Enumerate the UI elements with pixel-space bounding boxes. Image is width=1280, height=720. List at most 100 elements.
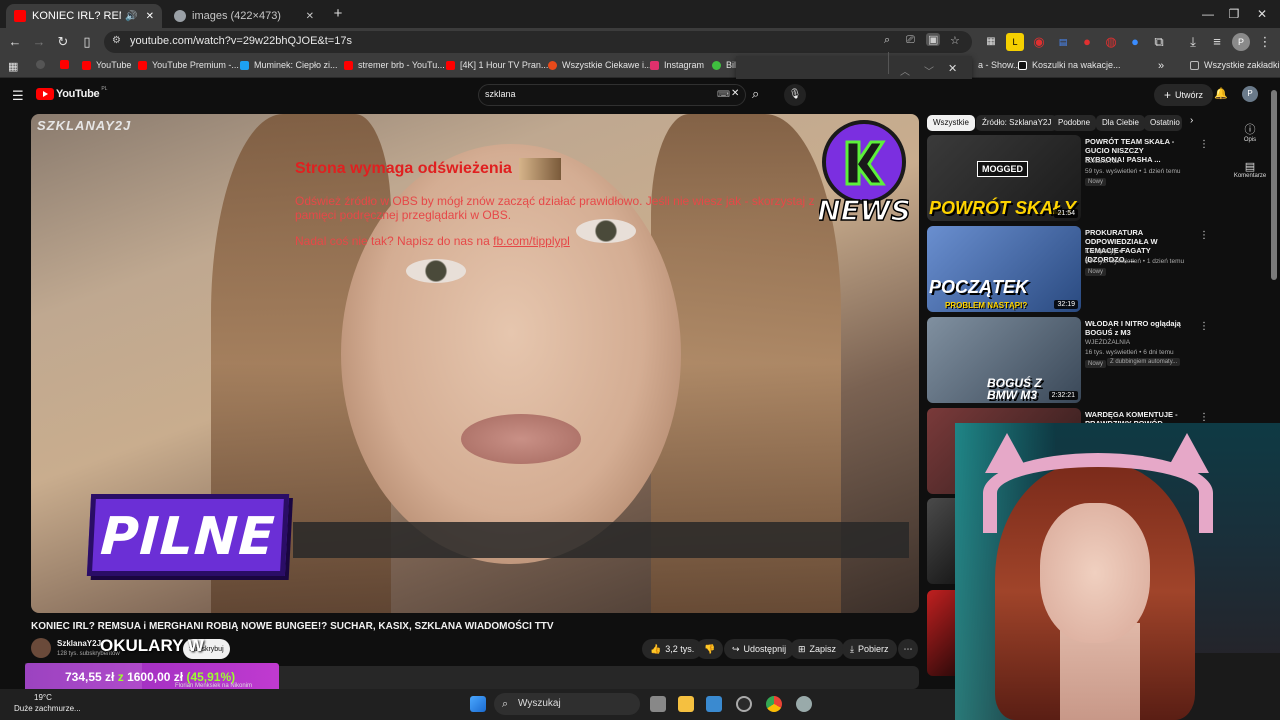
notifications-bell-icon[interactable]: 🔔 bbox=[1214, 87, 1228, 100]
menu-icon[interactable]: ⋮ bbox=[1256, 33, 1274, 51]
extension-icon[interactable]: L bbox=[1006, 33, 1024, 51]
bookmark-item[interactable]: YouTube bbox=[82, 60, 131, 70]
share-icon: ↪ bbox=[732, 643, 740, 654]
description-nav[interactable]: ⓘ Opis bbox=[1232, 121, 1268, 143]
find-next-icon[interactable]: ﹀ bbox=[924, 63, 934, 78]
close-find-icon[interactable]: ✕ bbox=[948, 62, 957, 75]
video-thumbnail[interactable]: BOGUŚ Z BMW M3 2:32:21 bbox=[927, 317, 1081, 403]
extension-icon[interactable]: ◍ bbox=[1102, 33, 1120, 51]
apps-icon[interactable]: ▦ bbox=[8, 60, 18, 73]
chip-for-you[interactable]: Dla Ciebie bbox=[1096, 115, 1145, 131]
recommendation-item[interactable]: BOGUŚ Z BMW M3 2:32:21 WŁODAR I NITRO og… bbox=[927, 317, 1209, 405]
bookmark-item[interactable]: a - Show... bbox=[978, 60, 1021, 70]
more-actions-button[interactable]: ⋯ bbox=[898, 639, 918, 659]
dislike-button[interactable]: 👎 bbox=[696, 639, 724, 659]
restore-button[interactable]: ❐ bbox=[1222, 4, 1246, 24]
bookmark-item[interactable]: Muminek: Ciepło zi... bbox=[240, 60, 338, 70]
bookmark-item[interactable]: [4K] 1 Hour TV Pran... bbox=[446, 60, 548, 70]
bookmark-item[interactable] bbox=[36, 60, 50, 69]
file-explorer-icon[interactable] bbox=[678, 696, 694, 712]
close-tab-icon[interactable]: ✕ bbox=[306, 11, 314, 22]
windows-start-icon[interactable] bbox=[470, 696, 486, 712]
more-icon[interactable]: ⋮ bbox=[1199, 230, 1209, 241]
close-window-button[interactable]: ✕ bbox=[1250, 4, 1274, 24]
address-bar[interactable]: ⚙ youtube.com/watch?v=29w22bhQJOE&t=17s … bbox=[104, 31, 972, 53]
back-icon[interactable]: ← bbox=[6, 33, 24, 51]
chip-source[interactable]: Źródło: SzklanaY2J bbox=[976, 115, 1058, 131]
tab-images[interactable]: images (422×473) ✕ bbox=[166, 4, 322, 28]
bookmark-item[interactable]: Bil bbox=[712, 60, 736, 70]
all-bookmarks[interactable]: Wszystkie zakładki bbox=[1190, 60, 1280, 70]
more-bookmarks-icon[interactable]: » bbox=[1158, 60, 1164, 72]
extension-icon[interactable]: ● bbox=[1078, 33, 1096, 51]
keyboard-icon[interactable]: ⌨ bbox=[717, 89, 730, 100]
new-tab-button[interactable]: + bbox=[326, 4, 350, 24]
profile-avatar[interactable]: P bbox=[1232, 33, 1250, 51]
search-input[interactable]: szklana ⌨ ✕ bbox=[478, 84, 746, 106]
youtube-logo[interactable]: YouTube PL bbox=[36, 86, 107, 100]
bookmark-item[interactable] bbox=[60, 60, 74, 69]
video-thumbnail[interactable] bbox=[927, 590, 955, 676]
download-icon[interactable]: ⤓ bbox=[1184, 33, 1202, 51]
video-thumbnail[interactable]: MOGGED POWRÓT SKAŁY 21:54 bbox=[927, 135, 1081, 221]
video-player[interactable]: SZKLANAY2J NEWS PILNE Strona wymaga odśw… bbox=[31, 114, 919, 613]
hamburger-menu-icon[interactable]: ☰ bbox=[12, 88, 24, 104]
create-button[interactable]: + Utwórz bbox=[1154, 84, 1214, 106]
store-icon[interactable] bbox=[706, 696, 722, 712]
channel-name[interactable]: SzklanaY2J bbox=[57, 639, 101, 648]
microphone-icon[interactable]: 🎙 bbox=[784, 84, 806, 106]
extension-icon[interactable]: ▤ bbox=[1054, 33, 1072, 51]
extension-icon[interactable]: ● bbox=[1126, 33, 1144, 51]
bookmark-item[interactable]: Koszulki na wakacje... bbox=[1018, 60, 1121, 70]
taskbar-search[interactable]: ⌕ Wyszukaj bbox=[494, 693, 640, 715]
chip-all[interactable]: Wszystkie bbox=[927, 115, 975, 131]
side-panel-icon[interactable]: ▯ bbox=[78, 33, 96, 51]
zoom-icon[interactable]: ⌕ bbox=[884, 34, 890, 47]
save-button[interactable]: ⊞ Zapisz bbox=[790, 639, 845, 659]
extension-icon[interactable]: ◉ bbox=[1030, 33, 1048, 51]
forward-icon[interactable]: → bbox=[30, 33, 48, 51]
bookmark-item[interactable]: Instagram bbox=[650, 60, 704, 70]
extensions-puzzle-icon[interactable]: ⧉ bbox=[1150, 33, 1168, 51]
more-icon[interactable]: ⋮ bbox=[1199, 321, 1209, 332]
share-button[interactable]: ↪ Udostępnij bbox=[724, 639, 795, 659]
app-icon[interactable] bbox=[736, 696, 752, 712]
bookmark-item[interactable]: YouTube Premium -... bbox=[138, 60, 239, 70]
bookmark-item[interactable]: Wszystkie Ciekawe i... bbox=[548, 60, 652, 70]
speaker-icon[interactable]: 🔊 bbox=[125, 11, 137, 22]
search-icon[interactable]: ⌕ bbox=[752, 86, 759, 102]
reader-icon[interactable]: ▣ bbox=[926, 33, 941, 46]
task-view-icon[interactable] bbox=[650, 696, 666, 712]
media-icon[interactable]: ≡ bbox=[1208, 33, 1226, 51]
bookmark-item[interactable]: stremer brb - YouTu... bbox=[344, 60, 445, 70]
chip-similar[interactable]: Podobne bbox=[1052, 115, 1097, 131]
page-scrollbar[interactable] bbox=[1271, 90, 1277, 280]
site-info-icon[interactable]: ⚙ bbox=[112, 35, 121, 46]
settings-gear-icon[interactable] bbox=[796, 696, 812, 712]
cast-icon[interactable]: ⎚ bbox=[906, 34, 915, 47]
like-button[interactable]: 👍 3,2 tys. bbox=[642, 639, 703, 659]
more-icon[interactable]: ⋮ bbox=[1199, 139, 1209, 150]
recommendation-item[interactable]: POCZĄTEK PROBLEM NASTĄPI? 32:19 PROKURAT… bbox=[927, 226, 1209, 314]
extension-icon[interactable]: ▦ bbox=[982, 33, 1000, 51]
chips-next-icon[interactable]: › bbox=[1190, 115, 1193, 126]
account-avatar[interactable]: P bbox=[1242, 86, 1258, 102]
find-previous-icon[interactable]: ︿ bbox=[900, 63, 910, 78]
bookmark-star-icon[interactable]: ☆ bbox=[950, 34, 960, 47]
clear-search-icon[interactable]: ✕ bbox=[731, 88, 739, 99]
recommendation-item[interactable]: MOGGED POWRÓT SKAŁY 21:54 POWRÓT TEAM SK… bbox=[927, 135, 1209, 223]
minimize-button[interactable]: — bbox=[1196, 4, 1220, 24]
chrome-icon[interactable] bbox=[766, 696, 782, 712]
weather-widget[interactable]: 19°C Duże zachmurze... bbox=[14, 692, 81, 714]
tab-youtube-video[interactable]: KONIEC IRL? REMSUA i MERGHANI 🔊 ✕ bbox=[6, 4, 162, 28]
channel-avatar[interactable] bbox=[31, 638, 51, 658]
comments-nav[interactable]: ▤ Komentarze bbox=[1232, 160, 1268, 179]
video-thumbnail[interactable]: POCZĄTEK PROBLEM NASTĄPI? 32:19 bbox=[927, 226, 1081, 312]
download-button[interactable]: ⤓ Pobierz bbox=[842, 639, 897, 659]
reload-icon[interactable]: ↻ bbox=[54, 33, 72, 51]
close-tab-icon[interactable]: ✕ bbox=[146, 11, 154, 22]
more-icon[interactable]: ⋮ bbox=[1199, 412, 1209, 423]
video-thumbnail[interactable] bbox=[927, 498, 955, 584]
chip-recent[interactable]: Ostatnio bbox=[1144, 115, 1182, 131]
obs-help-link[interactable]: fb.com/tipplypl bbox=[493, 234, 570, 248]
